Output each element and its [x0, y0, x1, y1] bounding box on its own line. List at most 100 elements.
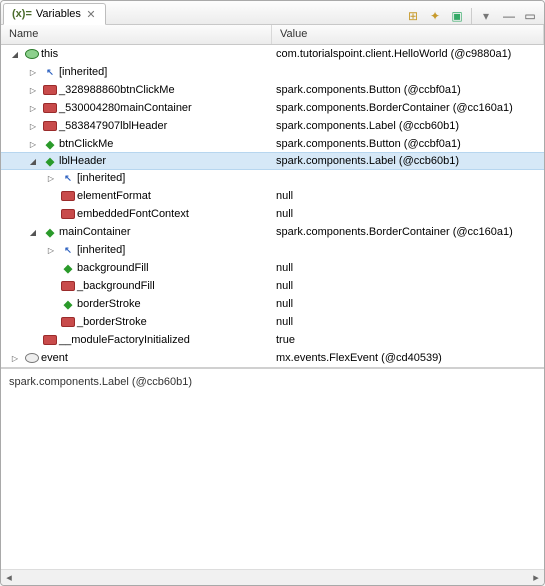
variable-value: spark.components.Button (@ccbf0a1) — [272, 138, 544, 150]
variable-value: null — [272, 280, 544, 292]
variable-name: _530004280mainContainer — [57, 102, 192, 114]
expand-icon[interactable]: ▷ — [45, 172, 57, 184]
variable-value: spark.components.BorderContainer (@cc160… — [272, 226, 544, 238]
variables-view: (x)= Variables ✕ ⊞ ✦ ▣ ▾ — ▭ Name Value … — [0, 0, 545, 586]
name-cell: ◢ ◆mainContainer — [1, 225, 272, 239]
tree-row[interactable]: ◆backgroundFillnull — [1, 259, 544, 277]
expand-icon[interactable]: ▷ — [27, 84, 39, 96]
property-icon: ◆ — [43, 225, 57, 239]
package-field-icon — [43, 103, 57, 113]
name-cell: ▷ _328988860btnClickMe — [1, 84, 272, 96]
expand-icon[interactable]: ▷ — [27, 102, 39, 114]
name-cell: ▷ _530004280mainContainer — [1, 102, 272, 114]
variable-value: mx.events.FlexEvent (@cd40539) — [272, 352, 544, 364]
name-cell: ◢◆lblHeader — [1, 154, 272, 168]
tree-row[interactable]: ▷_530004280mainContainerspark.components… — [1, 99, 544, 117]
name-cell: ◆backgroundFill — [1, 261, 272, 275]
tree-row[interactable]: ◢◆lblHeaderspark.components.Label (@ccb6… — [1, 152, 544, 170]
name-cell: embeddedFontContext — [1, 208, 272, 220]
expand-icon[interactable]: ▷ — [9, 352, 21, 364]
variable-value: spark.components.Label (@ccb60b1) — [272, 155, 544, 167]
variables-tree[interactable]: ◢ this com.tutorialspoint.client.HelloWorl… — [1, 45, 544, 367]
add-watch-expression-button[interactable]: ✦ — [427, 8, 443, 24]
tree-row[interactable]: ▷↖[inherited] — [1, 241, 544, 259]
tree-row[interactable]: ▷ _583847907lblHeader spark.components.Lab… — [1, 117, 544, 135]
variable-name: elementFormat — [75, 190, 151, 202]
variable-name: this — [39, 48, 58, 60]
view-menu-button[interactable]: ▾ — [478, 8, 494, 24]
column-header-value[interactable]: Value — [272, 25, 544, 44]
variable-value: spark.components.Button (@ccbf0a1) — [272, 84, 544, 96]
package-field-icon — [61, 281, 75, 291]
name-cell: ▷↖[inherited] — [1, 65, 272, 79]
name-cell: elementFormat — [1, 190, 272, 202]
property-icon: ◆ — [43, 137, 57, 151]
collapse-icon[interactable]: ◢ — [9, 48, 21, 60]
name-cell: ▷ _583847907lblHeader — [1, 120, 272, 132]
variable-name: lblHeader — [57, 155, 106, 167]
variable-value: null — [272, 208, 544, 220]
variable-name: btnClickMe — [57, 138, 113, 150]
maximize-view-button[interactable]: ▭ — [522, 8, 538, 24]
detail-pane[interactable]: spark.components.Label (@ccb60b1) — [1, 367, 544, 569]
tree-row[interactable]: ▷↖[inherited] — [1, 63, 544, 81]
variable-value: spark.components.Label (@ccb60b1) — [272, 120, 544, 132]
tree-row[interactable]: embeddedFontContext null — [1, 205, 544, 223]
name-cell: ◢ this — [1, 48, 272, 60]
name-cell: ▷↖[inherited] — [1, 243, 272, 257]
view-toolbar: ⊞ ✦ ▣ ▾ — ▭ — [401, 8, 542, 24]
name-cell: ▷ event — [1, 352, 272, 364]
package-field-icon — [43, 85, 57, 95]
variable-name: _borderStroke — [75, 316, 147, 328]
name-cell: _borderStroke — [1, 316, 272, 328]
show-logical-structure-button[interactable]: ⊞ — [405, 8, 421, 24]
variables-view-icon: (x)= — [12, 8, 32, 20]
minimize-view-button[interactable]: — — [500, 8, 516, 24]
variable-name: embeddedFontContext — [75, 208, 189, 220]
this-variable-icon — [25, 49, 39, 59]
tree-row[interactable]: ◢ ◆mainContainer spark.components.BorderCo… — [1, 223, 544, 241]
tab-title: Variables — [36, 8, 81, 20]
variable-name: mainContainer — [57, 226, 131, 238]
expand-icon[interactable]: ▷ — [27, 138, 39, 150]
tab-bar: (x)= Variables ✕ ⊞ ✦ ▣ ▾ — ▭ — [1, 1, 544, 25]
expand-icon[interactable]: ▷ — [27, 66, 39, 78]
detail-text: spark.components.Label (@ccb60b1) — [9, 376, 192, 388]
tree-row[interactable]: _borderStroke null — [1, 313, 544, 331]
expand-icon[interactable]: ▷ — [27, 120, 39, 132]
tree-row[interactable]: ▷ ◆btnClickMe spark.components.Button (@cc… — [1, 135, 544, 153]
package-field-icon — [43, 121, 57, 131]
expand-icon[interactable]: ▷ — [45, 244, 57, 256]
scroll-left-button[interactable]: ◂ — [1, 570, 17, 586]
package-field-icon — [61, 317, 75, 327]
collapse-all-button[interactable]: ▣ — [449, 8, 465, 24]
close-tab-icon[interactable]: ✕ — [85, 8, 97, 20]
tree-row[interactable]: ◆borderStrokenull — [1, 295, 544, 313]
tree-row[interactable]: _backgroundFillnull — [1, 277, 544, 295]
table-header: Name Value — [1, 25, 544, 45]
variable-name: _328988860btnClickMe — [57, 84, 175, 96]
column-header-name[interactable]: Name — [1, 25, 272, 44]
variable-value: null — [272, 316, 544, 328]
collapse-icon[interactable]: ◢ — [27, 155, 39, 167]
variable-value: true — [272, 334, 544, 346]
toolbar-separator — [471, 8, 472, 24]
horizontal-scrollbar[interactable]: ◂ ▸ — [1, 569, 544, 585]
name-cell: __moduleFactoryInitialized — [1, 334, 272, 346]
tree-row[interactable]: ▷ event mx.events.FlexEvent (@cd40539) — [1, 349, 544, 367]
tree-row[interactable]: ▷↖[inherited] — [1, 169, 544, 187]
variable-name: [inherited] — [75, 172, 125, 184]
variable-name: _583847907lblHeader — [57, 120, 167, 132]
tab-variables[interactable]: (x)= Variables ✕ — [3, 3, 106, 25]
tree-row[interactable]: ▷ _328988860btnClickMe spark.components.Bu… — [1, 81, 544, 99]
scroll-right-button[interactable]: ▸ — [528, 570, 544, 586]
collapse-icon[interactable]: ◢ — [27, 226, 39, 238]
tree-row[interactable]: __moduleFactoryInitialized true — [1, 331, 544, 349]
tree-row[interactable]: ◢ this com.tutorialspoint.client.HelloWorl… — [1, 45, 544, 63]
local-variable-icon — [25, 353, 39, 363]
name-cell: _backgroundFill — [1, 280, 272, 292]
variable-name: __moduleFactoryInitialized — [57, 334, 190, 346]
variable-name: event — [39, 352, 68, 364]
tree-row[interactable]: elementFormatnull — [1, 187, 544, 205]
variable-value: com.tutorialspoint.client.HelloWorld (@c… — [272, 48, 544, 60]
